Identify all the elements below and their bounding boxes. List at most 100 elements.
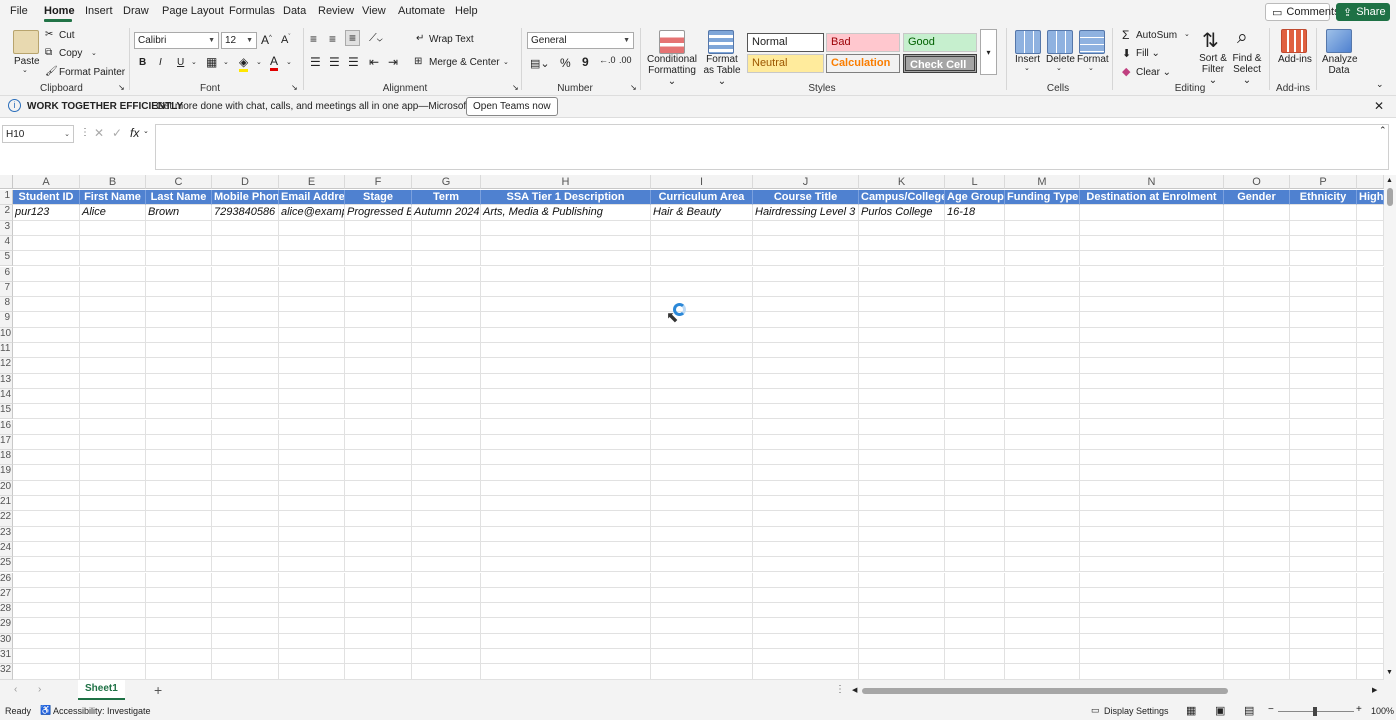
cell[interactable] (80, 220, 146, 236)
cell[interactable] (859, 281, 945, 298)
cell[interactable] (859, 496, 945, 512)
underline-dropdown-icon[interactable]: ⌄ (191, 58, 197, 66)
cell[interactable] (1224, 587, 1290, 604)
cell[interactable] (13, 511, 80, 527)
cell[interactable] (1357, 251, 1384, 267)
cell[interactable] (345, 557, 412, 573)
row-header[interactable]: 7 (0, 281, 13, 298)
cell[interactable] (1224, 266, 1290, 282)
row-header[interactable]: 1 (0, 190, 13, 206)
cell[interactable] (1005, 664, 1080, 680)
cell[interactable] (345, 281, 412, 298)
cell[interactable] (412, 511, 481, 527)
column-header[interactable]: E (279, 175, 345, 189)
cell[interactable] (412, 496, 481, 512)
cell[interactable] (146, 373, 212, 389)
data-cell[interactable] (1290, 205, 1357, 221)
cell[interactable] (345, 220, 412, 236)
expand-formula-icon[interactable]: ⌃ (1379, 125, 1387, 136)
column-header[interactable]: F (345, 175, 412, 189)
cell[interactable] (80, 235, 146, 252)
header-cell[interactable]: Last Name (146, 190, 212, 206)
column-header[interactable]: P (1290, 175, 1357, 189)
cell[interactable] (1357, 649, 1384, 665)
cell[interactable] (651, 343, 753, 359)
analyze-data-button[interactable]: Analyze Data (1322, 54, 1358, 76)
merge-center-button[interactable]: Merge & Center (429, 57, 500, 68)
cell[interactable] (146, 603, 212, 619)
cell[interactable] (753, 450, 859, 466)
data-cell[interactable]: Purlos College (859, 205, 945, 221)
cell[interactable] (80, 404, 146, 420)
sheet-tab-sheet1[interactable]: Sheet1 (78, 680, 125, 700)
conditional-formatting-icon[interactable] (659, 30, 685, 54)
column-header[interactable]: G (412, 175, 481, 189)
cell[interactable] (13, 465, 80, 481)
cell[interactable] (13, 618, 80, 634)
cell[interactable] (146, 587, 212, 604)
style-bad[interactable]: Bad (826, 33, 900, 52)
cell[interactable] (279, 618, 345, 634)
close-icon[interactable]: ✕ (1374, 99, 1384, 113)
cell[interactable] (1080, 266, 1224, 282)
cell[interactable] (80, 603, 146, 619)
cell[interactable] (212, 312, 279, 328)
cell[interactable] (1290, 633, 1357, 649)
cell[interactable] (1357, 450, 1384, 466)
cell[interactable] (212, 496, 279, 512)
cell[interactable] (859, 358, 945, 374)
cell[interactable] (345, 664, 412, 680)
cell[interactable] (13, 419, 80, 435)
zoom-out-icon[interactable]: − (1268, 704, 1274, 715)
cell[interactable] (945, 633, 1005, 649)
cell[interactable] (146, 526, 212, 542)
cell[interactable] (212, 266, 279, 282)
cell[interactable] (859, 297, 945, 313)
cell[interactable] (753, 572, 859, 588)
scroll-down-icon[interactable]: ▼ (1386, 669, 1393, 676)
cell[interactable] (212, 587, 279, 604)
cell[interactable] (651, 266, 753, 282)
cell[interactable] (1357, 557, 1384, 573)
cell[interactable] (345, 388, 412, 405)
cell[interactable] (279, 266, 345, 282)
cell[interactable] (212, 450, 279, 466)
cell[interactable] (279, 633, 345, 649)
column-header[interactable]: I (651, 175, 753, 189)
cell[interactable] (1290, 266, 1357, 282)
cell[interactable] (1224, 603, 1290, 619)
cell[interactable] (345, 343, 412, 359)
format-cells-icon[interactable] (1079, 30, 1105, 54)
cell[interactable] (412, 327, 481, 343)
align-middle-icon[interactable]: ≡ (329, 32, 336, 46)
cell[interactable] (1080, 496, 1224, 512)
autosum-dropdown-icon[interactable]: ⌄ (1184, 30, 1190, 38)
cell[interactable] (212, 281, 279, 298)
cell[interactable] (1080, 557, 1224, 573)
style-check-cell[interactable]: Check Cell (903, 54, 977, 73)
row-header[interactable]: 19 (0, 465, 13, 481)
cell[interactable] (753, 434, 859, 451)
cell[interactable] (13, 251, 80, 267)
cell[interactable] (146, 235, 212, 252)
cell[interactable] (80, 541, 146, 558)
cell[interactable] (1290, 557, 1357, 573)
cell[interactable] (859, 419, 945, 435)
cell[interactable] (80, 633, 146, 649)
cell[interactable] (945, 480, 1005, 496)
cell[interactable] (1080, 358, 1224, 374)
cell[interactable] (80, 450, 146, 466)
cell[interactable] (945, 587, 1005, 604)
cell[interactable] (481, 603, 651, 619)
increase-decimal-icon[interactable]: ←.0 (599, 55, 616, 65)
row-header[interactable]: 9 (0, 312, 13, 328)
cell[interactable] (80, 434, 146, 451)
cell[interactable] (1224, 297, 1290, 313)
cell[interactable] (1290, 235, 1357, 252)
cell[interactable] (279, 465, 345, 481)
cell[interactable] (412, 358, 481, 374)
cell[interactable] (1005, 618, 1080, 634)
cell[interactable] (345, 450, 412, 466)
cell[interactable] (481, 557, 651, 573)
cell[interactable] (651, 251, 753, 267)
